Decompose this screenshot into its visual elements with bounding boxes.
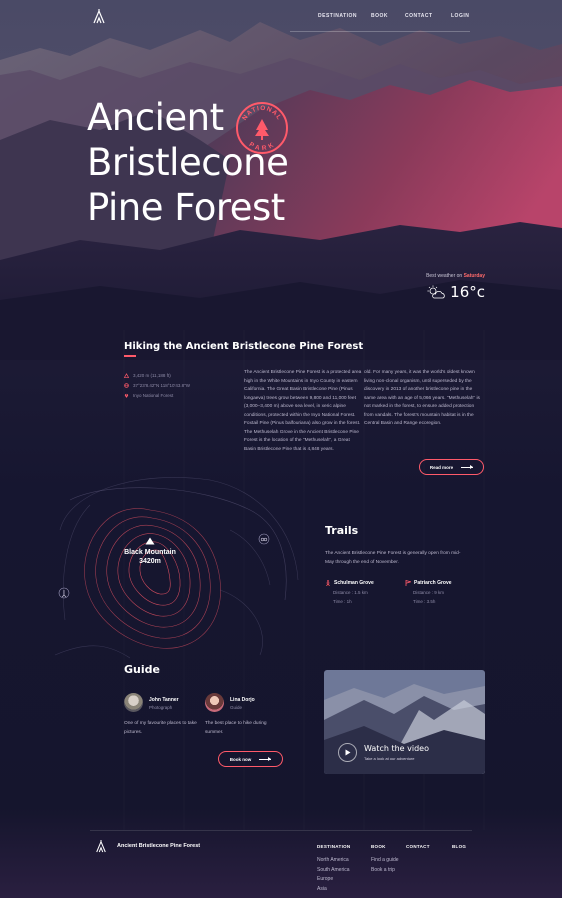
footer-link[interactable]: Book a trip [371,866,399,876]
fact-text: Inyo National Forest [133,392,174,398]
read-more-button[interactable]: Read more [419,459,484,475]
description-paragraph: The Methuselah Grove in the Ancient Bris… [244,429,359,452]
trail-meta: Distance : 9 km Time : 3.5h [413,588,452,606]
fact-text: 37°23'8.42"N 118°10'43.8"W [133,382,190,388]
guide-role: Guide [230,705,243,710]
footer-brand[interactable]: Ancient Bristlecone Pine Forest [117,843,200,849]
footer-heading-blog[interactable]: BLOG [452,844,466,849]
video-title: Watch the video [364,744,429,753]
peak-height: 3420m [139,558,161,565]
mountain-icon [145,537,155,545]
book-now-label: Book now [229,756,252,762]
description-column-1: The Ancient Bristlecone Pine Forest is a… [244,369,362,454]
hiker-icon[interactable] [58,587,70,599]
trail-item[interactable]: Patriarch Grove Distance : 9 km Time : 3… [405,580,452,606]
footer-list-destination: North America South America Europe Asia [317,856,350,894]
footer-link[interactable]: South America [317,866,350,876]
trail-distance: Distance : 9 km [413,590,445,595]
hiking-section-title: Hiking the Ancient Bristlecone Pine Fore… [124,341,364,352]
footer-list-book: Find a guide Book a trip [371,856,399,875]
trail-distance: Distance : 1.5 km [333,590,368,595]
arrow-right-icon [259,756,272,761]
tent-icon[interactable] [95,839,107,853]
footer-divider [90,830,472,831]
guide-name: John Tanner [149,697,179,703]
trail-name: Patriarch Grove [405,580,452,586]
read-more-label: Read more [429,464,454,470]
avatar [205,693,224,712]
pine-tree-icon [255,119,269,140]
book-now-button[interactable]: Book now [218,751,283,767]
arrow-right-icon [461,464,474,469]
footer [0,830,562,898]
description-paragraph: old. For many years, it was the world's … [364,370,480,426]
trail-item[interactable]: Schulman Grove Distance : 1.5 km Time : … [325,580,374,606]
mountain-icon [124,372,129,378]
hero-title-line: Ancient [87,96,224,139]
weather-row: 16°c [426,283,485,301]
trail-name-text: Patriarch Grove [414,580,452,586]
page: DESTINATION BOOK CONTACT LOGIN Ancient B… [0,0,562,898]
tent-icon[interactable] [92,8,106,24]
fact-elevation: 3,420 m (11,188 ft) [124,370,190,380]
peak-name: Black Mountain [124,549,176,556]
fact-coordinates: 37°23'8.42"N 118°10'43.8"W [124,380,190,390]
binoculars-icon[interactable] [258,533,270,545]
footer-link[interactable]: Find a guide [371,856,399,866]
nav-links: DESTINATION BOOK CONTACT LOGIN [318,13,469,19]
flag-icon [405,580,411,586]
national-park-badge: NATIONAL PARK [236,102,288,154]
guide-role: Photograph [149,705,173,710]
location-pin-icon [124,393,129,398]
guide-quote: The best place to hike during summer. [205,721,267,735]
guide-name: Lina Dorjo [230,697,255,703]
title-accent-underline [124,355,136,357]
play-icon [345,749,350,756]
globe-icon [124,382,129,388]
footer-heading-contact[interactable]: CONTACT [406,844,430,849]
hero-title-line: Pine Forest [87,186,285,229]
nav-link-contact[interactable]: CONTACT [405,13,451,19]
peak-marker[interactable]: Black Mountain 3420m [118,537,182,566]
footer-link[interactable]: Asia [317,885,350,895]
hiker-icon [326,580,330,586]
temperature: 16°c [450,283,485,301]
footer-heading-book[interactable]: BOOK [371,844,386,849]
video-card[interactable]: Watch the video Take a look at our adven… [324,670,485,774]
hero-title: Ancient Bristlecone Pine Forest [87,95,347,230]
fact-location: Inyo National Forest [124,390,190,400]
play-button[interactable] [338,743,357,762]
trail-meta: Distance : 1.5 km Time : 1h [333,588,374,606]
weather-label-text: Best weather on [426,273,463,279]
nav-divider [290,31,470,32]
nav-link-login[interactable]: LOGIN [451,13,469,19]
footer-link[interactable]: Europe [317,875,350,885]
trails-title: Trails [325,524,359,537]
weather-day: Saturday [463,273,485,279]
avatar [124,693,143,712]
nav-link-destination[interactable]: DESTINATION [318,13,371,19]
weather-label: Best weather on Saturday [426,273,485,279]
trails-description: The Ancient Bristlecone Pine Forest is g… [325,551,461,565]
facts-list: 3,420 m (11,188 ft) 37°23'8.42"N 118°10'… [124,370,190,400]
video-subtitle: Take a look at our adventure [364,756,415,761]
weather-widget: Best weather on Saturday 16°c [426,273,485,301]
guide-quote: One of my favourite places to take pictu… [124,721,197,735]
guide-title: Guide [124,663,160,676]
trail-time: Time : 3.5h [413,599,436,604]
footer-heading-destination[interactable]: DESTINATION [317,844,350,849]
top-nav: DESTINATION BOOK CONTACT LOGIN [0,0,562,34]
trail-name: Schulman Grove [325,580,374,586]
fact-text: 3,420 m (11,188 ft) [133,372,171,378]
hero-title-line: Bristlecone [87,141,289,184]
description-column-2: old. For many years, it was the world's … [364,369,482,429]
trail-name-text: Schulman Grove [334,580,374,586]
footer-link[interactable]: North America [317,856,350,866]
trail-time: Time : 1h [333,599,352,604]
description-paragraph: The Ancient Bristlecone Pine Forest is a… [244,370,362,426]
nav-link-book[interactable]: BOOK [371,13,405,19]
sun-cloud-icon [427,285,445,299]
